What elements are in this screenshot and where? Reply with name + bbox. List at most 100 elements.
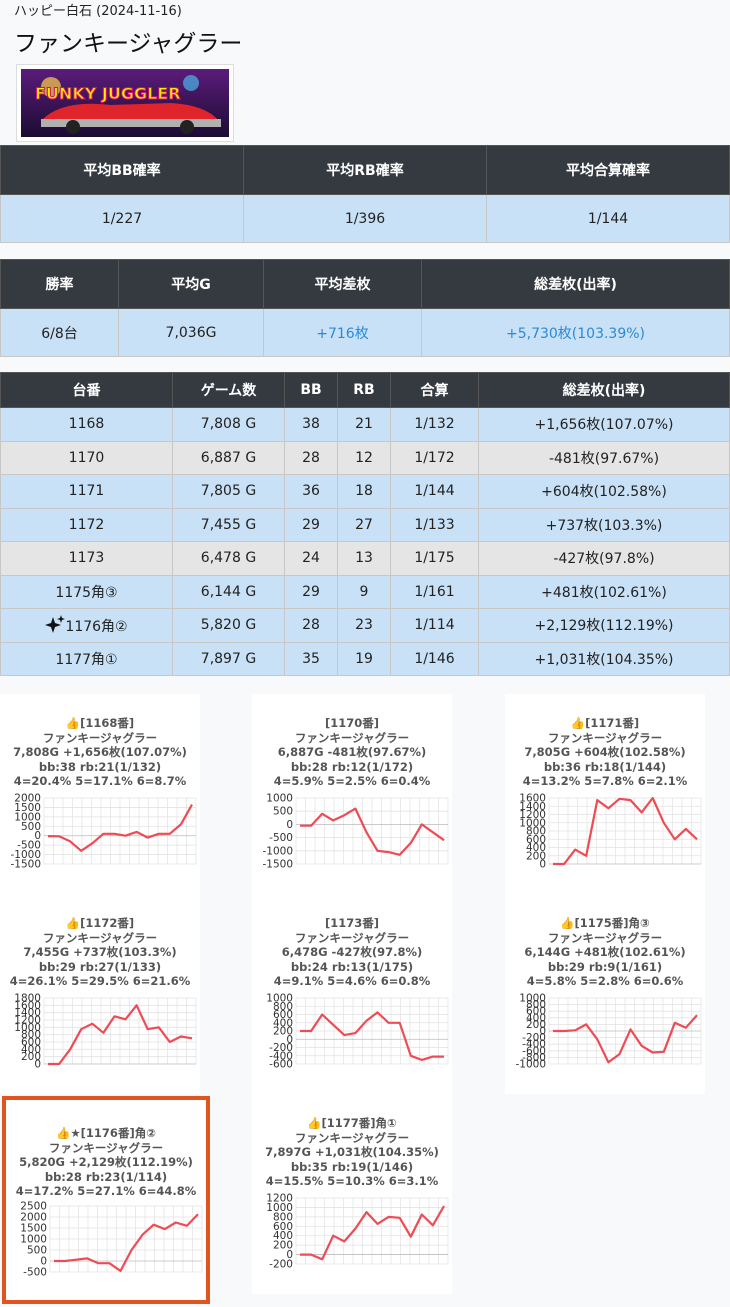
value-avg-bb: 1/227 [0, 194, 244, 243]
header-machine-no: 台番 [0, 372, 173, 408]
header-win-rate: 勝率 [0, 259, 119, 309]
chart-info-line: ファンキージャグラー [42, 930, 158, 945]
chart-title: 👍[1177番]角① [307, 1116, 397, 1130]
machine-banner-image: FUNKY JUGGLER [21, 69, 229, 137]
chart-info-line: 4=13.2% 5=7.8% 6=2.1% [522, 774, 688, 789]
combined-prob: 1/161 [390, 574, 479, 609]
table-row[interactable]: 1171 7,805 G 36 18 1/144 +604枚(102.58%) [0, 474, 730, 509]
y-tick-label: -1500 [262, 859, 293, 871]
chart-plot: 16001400120010008006004002000 [519, 793, 702, 871]
chart-info-line: bb:38 rb:21(1/132) [38, 759, 162, 774]
table-row[interactable]: 1172 7,455 G 29 27 1/133 +737枚(103.3%) [0, 507, 730, 542]
chart-info-line: ファンキージャグラー [294, 730, 410, 745]
total-diff: +2,129枚(112.19%) [478, 608, 730, 643]
chart-info-line: bb:29 rb:27(1/133) [38, 959, 162, 974]
chart-plot: 25002000150010005000-500 [20, 1201, 203, 1279]
chart-info-line: 7,897G +1,031枚(104.35%) [265, 1145, 439, 1160]
y-tick-label: 0 [34, 1059, 41, 1071]
header-total-diff: 総差枚(出率) [421, 259, 730, 309]
chart-plot: 120010008006004002000-200 [266, 1193, 449, 1270]
total-diff: +481枚(102.61%) [478, 574, 730, 609]
chart-info-line: ファンキージャグラー [42, 730, 158, 745]
bb-count: 35 [284, 641, 338, 676]
total-diff: -427枚(97.8%) [478, 541, 730, 576]
chart-plot: 10005000-500-1000 -1500 [262, 793, 449, 871]
chart-info-line: 6,887G -481枚(97.67%) [277, 745, 427, 760]
chart-info-line: ファンキージャグラー [547, 930, 663, 945]
chart-header: [1170番] ファンキージャグラー 6,887G -481枚(97.67%) bb:… [252, 716, 452, 789]
chart-card[interactable]: 👍[1177番]角① ファンキージャグラー 7,897G +1,031枚(104.3… [252, 1094, 452, 1294]
y-tick-label: 0 [539, 859, 546, 871]
total-diff: +604枚(102.58%) [478, 474, 730, 509]
chart-info-line: 4=20.4% 5=17.1% 6=8.7% [13, 774, 187, 789]
rb-count: 9 [337, 574, 391, 609]
chart-info-line: bb:36 rb:18(1/144) [543, 759, 667, 774]
y-tick-label: -500 [23, 1267, 47, 1279]
chart-card[interactable]: 👍★[1176番]角② ファンキージャグラー 5,820G +2,129枚(112.… [2, 1096, 210, 1304]
value-avg-rb: 1/396 [243, 194, 487, 243]
rb-count: 27 [337, 507, 391, 542]
chart-info-line: 6,144G +481枚(102.61%) [524, 945, 686, 960]
chart-info-line: ファンキージャグラー [48, 1140, 164, 1155]
rb-count: 19 [337, 641, 391, 676]
bb-count: 24 [284, 541, 338, 576]
machine-no: 1175角③ [0, 574, 173, 609]
chart-info-line: bb:35 rb:19(1/146) [290, 1159, 414, 1174]
chart-header: 👍★[1176番]角② ファンキージャグラー 5,820G +2,129枚(112.… [6, 1126, 206, 1199]
machine-no: 1177角① [0, 641, 173, 676]
rb-count: 18 [337, 474, 391, 509]
chart-card[interactable]: [1173番] ファンキージャグラー 6,478G -427枚(97.8%) bb:2… [252, 894, 452, 1094]
chart-title: 👍[1175番]角③ [560, 916, 650, 930]
table-row[interactable]: 1168 7,808 G 38 21 1/132 +1,656枚(107.07%) [0, 407, 730, 442]
games: 6,887 G [172, 440, 285, 475]
chart-title: 👍[1172番] [65, 916, 135, 930]
table-row[interactable]: 1170 6,887 G 28 12 1/172 -481枚(97.67%) [0, 440, 730, 475]
chart-header: 👍[1175番]角③ ファンキージャグラー 6,144G +481枚(102.61%… [505, 916, 705, 989]
bb-count: 29 [284, 574, 338, 609]
chart-info-line: 7,808G +1,656枚(107.07%) [13, 745, 187, 760]
table-row[interactable]: 1173 6,478 G 24 13 1/175 -427枚(97.8%) [0, 541, 730, 576]
y-tick-label: 500 [273, 806, 293, 818]
chart-title: [1170番] [324, 716, 380, 730]
chart-header: [1173番] ファンキージャグラー 6,478G -427枚(97.8%) bb:2… [252, 916, 452, 989]
bb-count: 29 [284, 507, 338, 542]
result-summary-table: 勝率 平均G 平均差枚 総差枚(出率) 6/8台 7,036G +716枚 +5… [0, 259, 730, 357]
chart-card[interactable]: 👍[1175番]角③ ファンキージャグラー 6,144G +481枚(102.61%… [505, 894, 705, 1094]
chart-header: 👍[1168番] ファンキージャグラー 7,808G +1,656枚(107.07%… [0, 716, 200, 789]
chart-info-line: 4=26.1% 5=29.5% 6=21.6% [9, 974, 191, 989]
probability-summary-table: 平均BB確率 平均RB確率 平均合算確率 1/227 1/396 1/144 [0, 145, 730, 243]
chart-card[interactable]: 👍[1171番] ファンキージャグラー 7,805G +604枚(102.58%) b… [505, 694, 705, 894]
bb-count: 28 [284, 440, 338, 475]
chart-info-line: ファンキージャグラー [294, 1130, 410, 1145]
header-games: ゲーム数 [172, 372, 285, 408]
games: 5,820 G [172, 608, 285, 643]
machine-no: 1176角② [0, 608, 173, 643]
total-diff: -481枚(97.67%) [478, 440, 730, 475]
rb-count: 13 [337, 541, 391, 576]
table-row[interactable]: 1177角① 7,897 G 35 19 1/146 +1,031枚(104.35%) [0, 641, 730, 676]
header-avg-bb: 平均BB確率 [0, 145, 244, 195]
y-tick-label: -500 [269, 832, 293, 844]
chart-card[interactable]: 👍[1168番] ファンキージャグラー 7,808G +1,656枚(107.07%… [0, 694, 200, 894]
table-row[interactable]: 1175角③ 6,144 G 29 9 1/161 +481枚(102.61%) [0, 574, 730, 609]
chart-info-line: 7,455G +737枚(103.3%) [23, 945, 177, 960]
y-tick-label: -1500 [10, 859, 41, 871]
chart-title: 👍★[1176番]角② [56, 1126, 156, 1140]
header-combined: 合算 [390, 372, 479, 408]
table-row[interactable]: 1176角② 5,820 G 28 23 1/114 +2,129枚(112.19%) [0, 608, 730, 643]
breadcrumb: ハッピー白石 (2024-11-16) [14, 4, 182, 19]
combined-prob: 1/175 [390, 541, 479, 576]
chart-plot: 2000150010005000-500-1000-1500 [10, 793, 197, 871]
chart-info-line: 7,805G +604枚(102.58%) [524, 745, 686, 760]
header-avg-diff: 平均差枚 [263, 259, 422, 309]
machine-table: 台番 ゲーム数 BB RB 合算 総差枚(出率) 1168 7,808 G 38 21… [0, 372, 730, 676]
chart-card[interactable]: [1170番] ファンキージャグラー 6,887G -481枚(97.67%) bb:… [252, 694, 452, 894]
chart-info-line: 4=17.2% 5=27.1% 6=44.8% [15, 1184, 197, 1199]
chart-info-line: 4=5.9% 5=2.5% 6=0.4% [273, 774, 431, 789]
rb-count: 21 [337, 407, 391, 442]
value-win-rate: 6/8台 [0, 308, 119, 357]
total-diff: +737枚(103.3%) [478, 507, 730, 542]
header-avg-games: 平均G [118, 259, 264, 309]
chart-info-line: 5,820G +2,129枚(112.19%) [19, 1155, 193, 1170]
chart-card[interactable]: 👍[1172番] ファンキージャグラー 7,455G +737枚(103.3%) bb… [0, 894, 200, 1094]
